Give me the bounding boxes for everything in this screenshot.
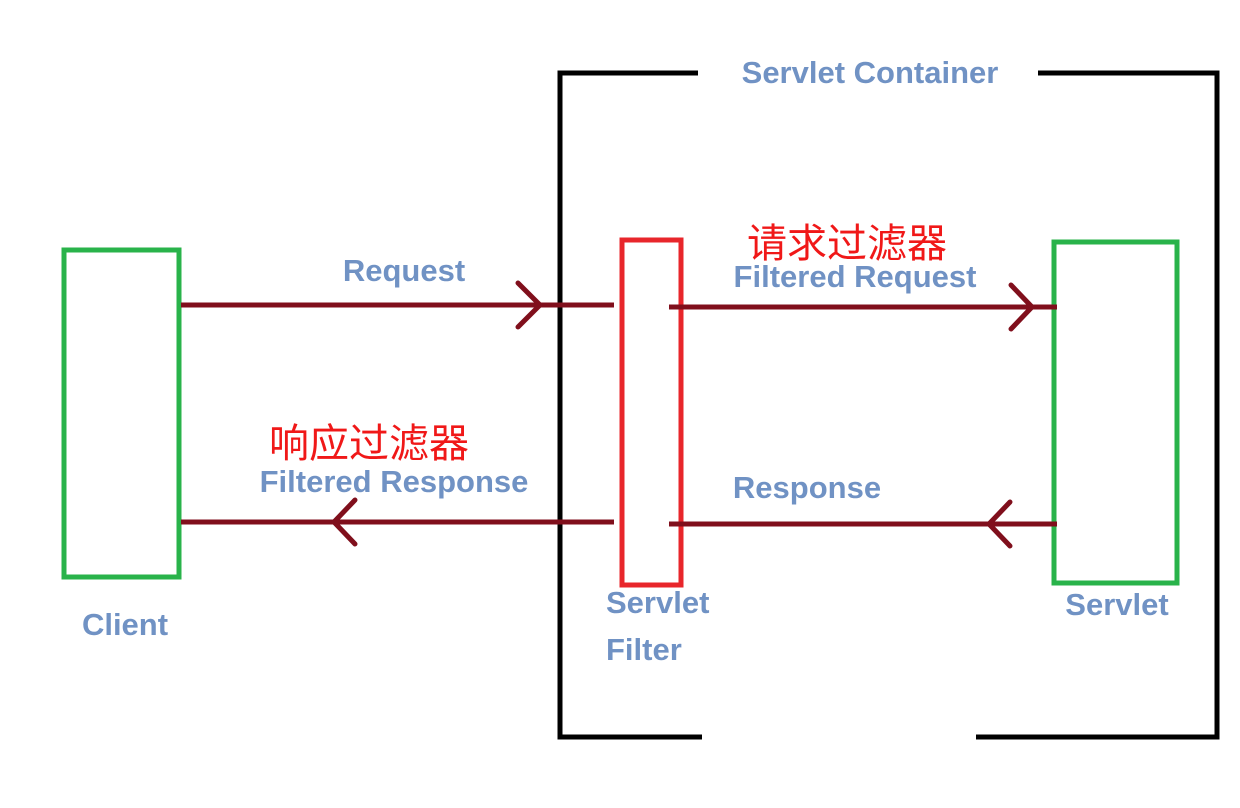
client-box	[61, 247, 182, 580]
filtered-response-label: Filtered Response	[260, 464, 529, 499]
client-node: Client	[61, 247, 182, 642]
servlet-filter-diagram: Servlet Container Client Servlet Filter …	[61, 55, 1220, 740]
container-title: Servlet Container	[742, 55, 999, 90]
servlet-filter-label-line1: Servlet	[606, 585, 709, 620]
servlet-filter-node: Servlet Filter	[606, 237, 709, 667]
filtered-request-arrow: 请求过滤器 Filtered Request	[669, 221, 1057, 332]
filtered-request-label: Filtered Request	[734, 259, 977, 294]
client-label: Client	[82, 607, 168, 642]
servlet-node: Servlet	[1051, 239, 1180, 622]
request-label: Request	[343, 253, 465, 288]
servlet-label: Servlet	[1065, 587, 1168, 622]
response-arrow: Response	[669, 470, 1057, 549]
servlet-filter-box	[619, 237, 684, 588]
servlet-box	[1051, 239, 1180, 586]
filtered-response-arrow: 响应过滤器 Filtered Response	[181, 421, 614, 547]
servlet-filter-label-line2: Filter	[606, 632, 682, 667]
request-arrow: Request	[181, 253, 614, 330]
response-filter-cn-label: 响应过滤器	[269, 421, 469, 467]
response-label: Response	[733, 470, 881, 505]
